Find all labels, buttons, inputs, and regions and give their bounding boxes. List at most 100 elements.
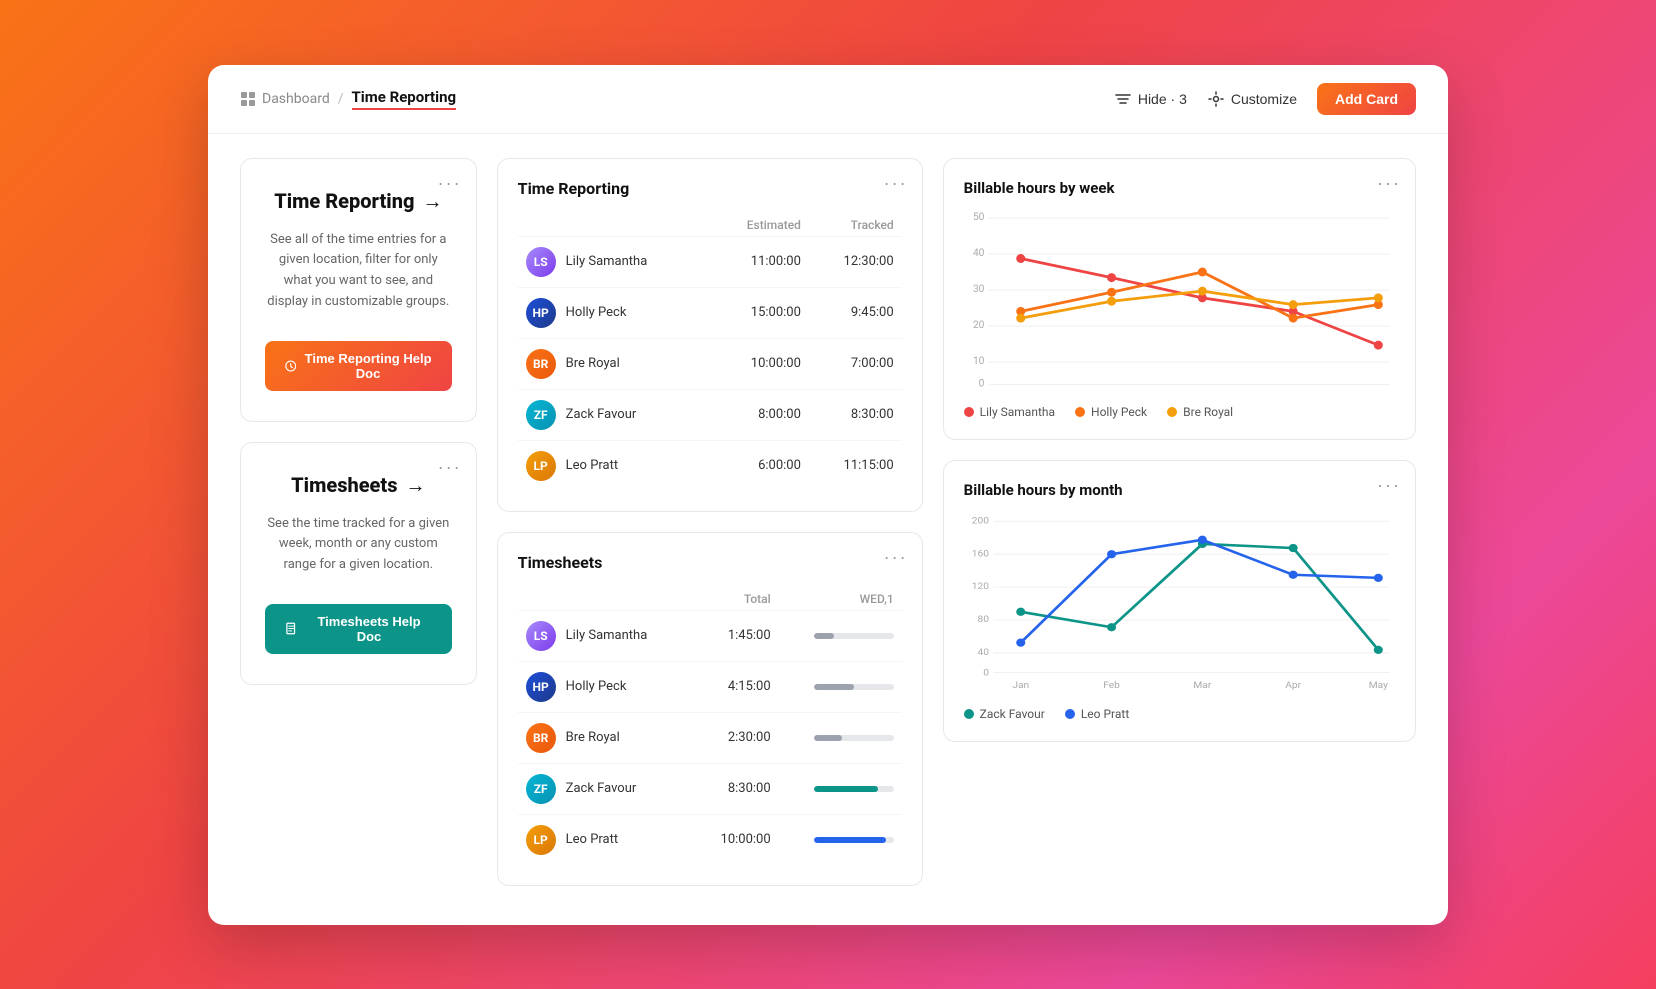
user-name: Holly Peck xyxy=(566,679,627,694)
legend-leo: Leo Pratt xyxy=(1065,707,1129,721)
billable-month-title: Billable hours by month xyxy=(964,481,1395,499)
table-row: LS Lily Samantha 1:45:00 xyxy=(518,610,902,661)
billable-week-title: Billable hours by week xyxy=(964,179,1395,197)
billable-month-card-menu[interactable]: ··· xyxy=(1377,475,1401,496)
svg-text:50: 50 xyxy=(973,212,985,223)
avatar: ZF xyxy=(526,774,556,804)
avatar: LP xyxy=(526,451,556,481)
hide-button[interactable]: Hide · 3 xyxy=(1114,90,1187,108)
billable-by-month-card: ··· Billable hours by month 200 160 120 … xyxy=(943,460,1416,742)
timesheets-help-doc-button[interactable]: Timesheets Help Doc xyxy=(265,604,452,654)
timesheets-table: Total WED,1 LS Lily Samantha 1:45:00 HP … xyxy=(518,588,902,865)
breadcrumb-dashboard[interactable]: Dashboard xyxy=(240,91,330,107)
avatar: BR xyxy=(526,349,556,379)
svg-text:0: 0 xyxy=(983,667,989,677)
legend-dot-holly xyxy=(1075,407,1085,417)
dashboard-label: Dashboard xyxy=(262,91,330,107)
total-value: 10:00:00 xyxy=(694,814,779,865)
right-column: ··· Billable hours by week 50 40 30 20 1… xyxy=(943,158,1416,886)
user-cell: LS Lily Samantha xyxy=(518,236,711,287)
breadcrumb-separator: / xyxy=(338,91,344,107)
svg-text:Jan: Jan xyxy=(1012,680,1029,690)
customize-icon xyxy=(1207,90,1225,108)
time-reporting-table: Estimated Tracked LS Lily Samantha 11:00… xyxy=(518,214,902,491)
header-actions: Hide · 3 Customize Add Card xyxy=(1114,83,1416,115)
svg-text:80: 80 xyxy=(977,614,988,624)
user-name: Lily Samantha xyxy=(566,628,648,643)
time-reporting-help-doc-button[interactable]: Time Reporting Help Doc xyxy=(265,341,452,391)
timesheets-card-menu[interactable]: ··· xyxy=(438,457,462,478)
user-name: Zack Favour xyxy=(566,407,637,422)
svg-text:Mar: Mar xyxy=(1193,680,1212,690)
avatar: LS xyxy=(526,247,556,277)
estimated-value: 8:00:00 xyxy=(711,389,809,440)
svg-text:10: 10 xyxy=(973,356,985,367)
total-value: 2:30:00 xyxy=(694,712,779,763)
estimated-value: 11:00:00 xyxy=(711,236,809,287)
timesheets-arrow-icon: → xyxy=(405,473,425,498)
svg-text:20: 20 xyxy=(973,320,985,331)
svg-text:Feb: Feb xyxy=(1103,680,1120,690)
progress-fill xyxy=(814,633,834,639)
middle-column: ··· Time Reporting Estimated Tracked LS … xyxy=(497,158,923,886)
avatar: BR xyxy=(526,723,556,753)
ts-col-name-header xyxy=(518,588,694,611)
time-reporting-card-menu[interactable]: ··· xyxy=(438,173,462,194)
time-reporting-table-card: ··· Time Reporting Estimated Tracked LS … xyxy=(497,158,923,512)
time-reporting-table-menu[interactable]: ··· xyxy=(884,173,908,194)
estimated-value: 15:00:00 xyxy=(711,287,809,338)
time-reporting-description: See all of the time entries for a given … xyxy=(265,230,452,313)
app-container: Dashboard / Time Reporting Hide · 3 Cust… xyxy=(208,65,1448,925)
timesheets-table-title: Timesheets xyxy=(518,553,902,572)
progress-fill xyxy=(814,684,854,690)
user-name: Zack Favour xyxy=(566,781,637,796)
col-name-header xyxy=(518,214,711,237)
total-value: 4:15:00 xyxy=(694,661,779,712)
total-value: 8:30:00 xyxy=(694,763,779,814)
legend-zack: Zack Favour xyxy=(964,707,1045,721)
progress-bar xyxy=(814,684,894,690)
customize-button[interactable]: Customize xyxy=(1207,90,1297,108)
timesheets-info-card: ··· Timesheets → See the time tracked fo… xyxy=(240,442,477,685)
legend-dot-lily xyxy=(964,407,974,417)
clock-icon xyxy=(285,359,296,373)
legend-bre: Bre Royal xyxy=(1167,405,1233,419)
avatar: HP xyxy=(526,298,556,328)
progress-fill xyxy=(814,735,842,741)
current-page-label: Time Reporting xyxy=(352,88,457,110)
col-estimated-header: Estimated xyxy=(711,214,809,237)
user-cell: LS Lily Samantha xyxy=(518,610,694,661)
svg-text:0: 0 xyxy=(978,378,984,388)
billable-week-legend: Lily Samantha Holly Peck Bre Royal xyxy=(964,405,1395,419)
timesheets-table-card: ··· Timesheets Total WED,1 LS Lily Saman… xyxy=(497,532,923,886)
timesheets-table-menu[interactable]: ··· xyxy=(884,547,908,568)
total-value: 1:45:00 xyxy=(694,610,779,661)
avatar: LP xyxy=(526,825,556,855)
table-row: BR Bre Royal 10:00:00 7:00:00 xyxy=(518,338,902,389)
doc-icon xyxy=(285,622,298,636)
user-name: Leo Pratt xyxy=(566,458,618,473)
tracked-value: 11:15:00 xyxy=(809,440,902,491)
estimated-value: 6:00:00 xyxy=(711,440,809,491)
billable-week-card-menu[interactable]: ··· xyxy=(1377,173,1401,194)
user-cell: ZF Zack Favour xyxy=(518,389,711,440)
add-card-button[interactable]: Add Card xyxy=(1317,83,1416,115)
legend-lily: Lily Samantha xyxy=(964,405,1055,419)
timesheets-card-title: Timesheets → xyxy=(291,473,425,498)
user-cell: LP Leo Pratt xyxy=(518,440,711,491)
progress-fill xyxy=(814,786,878,792)
ts-col-wed-header: WED,1 xyxy=(779,588,902,611)
progress-cell xyxy=(779,712,902,763)
ts-col-total-header: Total xyxy=(694,588,779,611)
table-row: LP Leo Pratt 6:00:00 11:15:00 xyxy=(518,440,902,491)
svg-text:200: 200 xyxy=(971,515,988,525)
table-row: LP Leo Pratt 10:00:00 xyxy=(518,814,902,865)
table-row: BR Bre Royal 2:30:00 xyxy=(518,712,902,763)
user-name: Bre Royal xyxy=(566,730,620,745)
left-column: ··· Time Reporting → See all of the time… xyxy=(240,158,477,886)
progress-bar xyxy=(814,786,894,792)
tracked-value: 9:45:00 xyxy=(809,287,902,338)
hide-icon xyxy=(1114,90,1132,108)
user-cell: BR Bre Royal xyxy=(518,712,694,763)
table-row: HP Holly Peck 4:15:00 xyxy=(518,661,902,712)
